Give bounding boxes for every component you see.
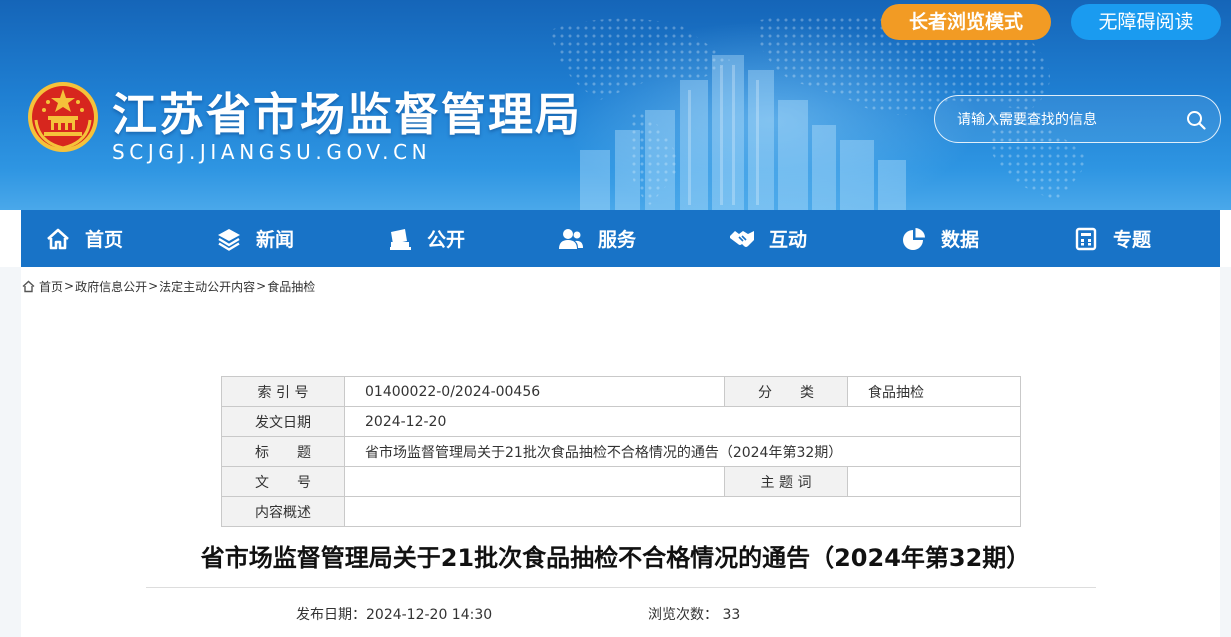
nav-label: 互动: [769, 229, 808, 251]
main-nav: 首页 新闻 公开 服务 互动 数据 专题: [21, 210, 1220, 267]
nav-item-interact[interactable]: 互动: [729, 210, 807, 267]
summary-value: [344, 496, 1021, 527]
index-number-label: 索 引 号: [221, 376, 345, 407]
document-number-value: [344, 466, 725, 497]
breadcrumb-link-home[interactable]: 首页: [39, 278, 63, 295]
nav-item-news[interactable]: 新闻: [216, 210, 294, 267]
breadcrumb: 首页 > 政府信息公开 > 法定主动公开内容 > 食品抽检: [22, 278, 315, 294]
table-row: 发文日期 2024-12-20: [221, 406, 1021, 437]
handshake-icon: [730, 230, 754, 247]
table-row: 标 题 省市场监督管理局关于21批次食品抽检不合格情况的通告（2024年第32期…: [221, 436, 1021, 467]
national-emblem-logo: [28, 82, 98, 152]
breadcrumb-separator: >: [256, 279, 267, 293]
nav-item-data[interactable]: 数据: [901, 210, 979, 267]
home-small-icon: [22, 280, 35, 292]
search-input[interactable]: [957, 108, 1177, 132]
search-icon[interactable]: [1185, 109, 1207, 131]
site-domain: SCJGJ.JIANGSU.GOV.CN: [112, 140, 432, 164]
nav-label: 服务: [598, 229, 637, 251]
category-label: 分 类: [724, 376, 848, 407]
layers-icon: [218, 228, 240, 251]
breadcrumb-link-statutory[interactable]: 法定主动公开内容: [159, 278, 255, 295]
nav-label: 专题: [1113, 229, 1152, 251]
subject-words-label: 主 题 词: [724, 466, 848, 497]
breadcrumb-separator: >: [148, 279, 159, 293]
nav-item-topics[interactable]: 专题: [1073, 210, 1151, 267]
nav-item-open[interactable]: 公开: [387, 210, 465, 267]
publish-date-value: 2024-12-20 14:30: [366, 607, 493, 623]
title-divider: [146, 587, 1096, 588]
issue-date-value: 2024-12-20: [344, 406, 1021, 437]
home-icon: [47, 228, 69, 249]
issue-date-label: 发文日期: [221, 406, 345, 437]
table-row: 内容概述: [221, 496, 1021, 527]
users-icon: [559, 228, 583, 249]
view-count-label: 浏览次数：: [648, 607, 718, 623]
nav-item-service[interactable]: 服务: [558, 210, 636, 267]
pie-chart-icon: [903, 227, 925, 250]
breadcrumb-separator: >: [64, 279, 75, 293]
nav-label: 数据: [941, 229, 980, 251]
page-background-right: [1220, 267, 1231, 637]
title-value: 省市场监督管理局关于21批次食品抽检不合格情况的通告（2024年第32期）: [344, 436, 1021, 467]
breadcrumb-link-gov-info[interactable]: 政府信息公开: [75, 278, 147, 295]
nav-item-home[interactable]: 首页: [45, 210, 123, 267]
view-count: 浏览次数： 33: [648, 604, 740, 624]
table-row: 索 引 号 01400022-0/2024-00456 分 类 食品抽检: [221, 376, 1021, 407]
page-background-left: [0, 267, 21, 637]
table-row: 文 号 主 题 词: [221, 466, 1021, 497]
summary-label: 内容概述: [221, 496, 345, 527]
category-value: 食品抽检: [847, 376, 1021, 407]
documents-icon: [390, 228, 411, 250]
accessible-reading-button[interactable]: 无障碍阅读: [1071, 4, 1221, 40]
document-meta-table: 索 引 号 01400022-0/2024-00456 分 类 食品抽检 发文日…: [221, 376, 1021, 527]
nav-label: 新闻: [256, 229, 295, 251]
site-header: 江苏省市场监督管理局 SCJGJ.JIANGSU.GOV.CN 长者浏览模式 无…: [0, 0, 1231, 210]
article-title: 省市场监督管理局关于21批次食品抽检不合格情况的通告（2024年第32期）: [200, 544, 1031, 572]
search-box: [934, 95, 1221, 143]
subject-words-value: [847, 466, 1021, 497]
city-skyline-decoration: [580, 55, 906, 210]
nav-label: 首页: [85, 229, 124, 251]
document-number-label: 文 号: [221, 466, 345, 497]
index-number-value: 01400022-0/2024-00456: [344, 376, 725, 407]
calculator-icon: [1075, 227, 1097, 250]
breadcrumb-link-food-inspection[interactable]: 食品抽检: [267, 278, 315, 295]
publish-date: 发布日期：2024-12-20 14:30: [296, 604, 492, 624]
publish-date-label: 发布日期：: [296, 607, 366, 623]
nav-label: 公开: [427, 229, 466, 251]
title-label: 标 题: [221, 436, 345, 467]
view-count-value: 33: [722, 607, 741, 623]
elder-mode-button[interactable]: 长者浏览模式: [881, 4, 1051, 40]
site-title: 江苏省市场监督管理局: [112, 88, 583, 141]
